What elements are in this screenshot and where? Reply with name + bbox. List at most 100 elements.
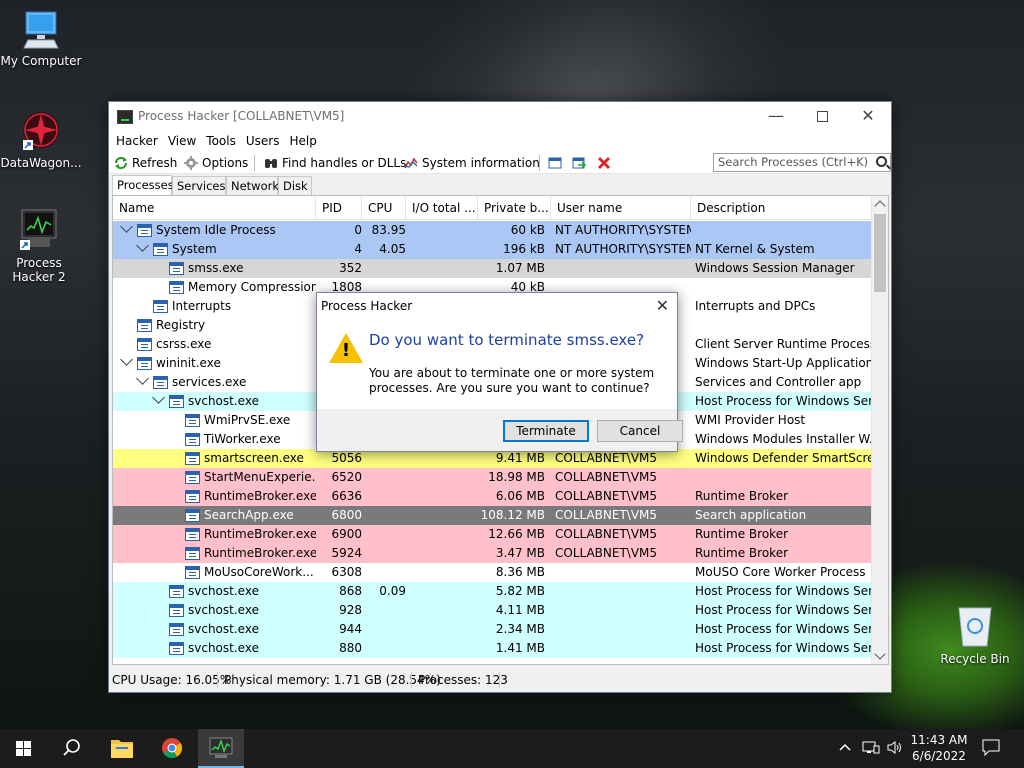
- desktop-icon-label: Recycle Bin: [940, 652, 1010, 666]
- cancel-button[interactable]: Cancel: [597, 420, 683, 442]
- process-private-bytes: 6.06 MB: [495, 489, 545, 503]
- column-private-bytes[interactable]: Private b...: [478, 196, 551, 220]
- process-user: COLLABNET\VM5: [555, 508, 658, 522]
- menu-tools[interactable]: Tools: [201, 132, 241, 150]
- column-description[interactable]: Description: [691, 196, 873, 220]
- window-icon-button[interactable]: [548, 154, 566, 172]
- search-taskbar-button[interactable]: [48, 729, 94, 768]
- process-hacker-taskbar-button[interactable]: [198, 729, 244, 768]
- start-button[interactable]: [0, 729, 46, 768]
- column-cpu[interactable]: CPU: [362, 196, 406, 220]
- column-io[interactable]: I/O total ...: [406, 196, 478, 220]
- process-name: StartMenuExperie...: [204, 470, 316, 484]
- refresh-label: Refresh: [132, 156, 178, 170]
- process-user: [555, 601, 691, 620]
- dialog-body: ! Do you want to terminate smss.exe? You…: [317, 321, 677, 409]
- dialog-content: You are about to terminate one or more s…: [369, 366, 655, 395]
- table-row[interactable]: StartMenuExperie... 6520 18.98 MB COLLABNET…: [113, 468, 873, 487]
- process-pid: 928: [339, 603, 362, 617]
- menu-view[interactable]: View: [163, 132, 201, 150]
- table-row[interactable]: System Idle Process 0 83.95 60 kB NT AUTHORI…: [113, 220, 873, 240]
- maximize-button[interactable]: [799, 102, 845, 132]
- window-arrow-button[interactable]: [572, 154, 590, 172]
- process-name: TiWorker.exe: [204, 432, 281, 446]
- menu-bar: Hacker View Tools Users Help: [109, 132, 891, 152]
- scroll-thumb[interactable]: [874, 214, 886, 292]
- table-row[interactable]: RuntimeBroker.exe 6900 12.66 MB COLLABNET\V…: [113, 525, 873, 544]
- table-row[interactable]: svchost.exe 944 2.34 MB Host Process for Wi…: [113, 620, 873, 639]
- process-description: Services and Controller app: [695, 375, 862, 389]
- process-io: [406, 506, 478, 525]
- process-user: [555, 639, 691, 658]
- table-row[interactable]: MoUsoCoreWork... 6308 8.36 MB MoUSO Core Wo…: [113, 563, 873, 582]
- table-row[interactable]: System 4 4.05 196 kB NT AUTHORITY\SYSTEM NT K…: [113, 239, 873, 259]
- show-hidden-icons-button[interactable]: [838, 741, 852, 756]
- menu-users[interactable]: Users: [241, 132, 285, 150]
- desktop-icon-recycle-bin[interactable]: Recycle Bin: [934, 604, 1016, 666]
- file-explorer-taskbar-button[interactable]: [99, 729, 145, 768]
- close-button[interactable]: ✕: [845, 102, 891, 132]
- find-handles-label: Find handles or DLLs: [282, 156, 407, 170]
- dialog-close-button[interactable]: ✕: [656, 296, 669, 315]
- process-io: [406, 639, 478, 658]
- scroll-down-icon[interactable]: [874, 648, 886, 660]
- process-private-bytes: 8.36 MB: [495, 565, 545, 579]
- network-tray-icon[interactable]: [862, 740, 880, 758]
- process-cpu: [362, 563, 406, 582]
- clock-date: 6/6/2022: [912, 749, 966, 763]
- process-user: COLLABNET\VM5: [555, 470, 658, 484]
- process-cpu: [362, 506, 406, 525]
- search-processes-input[interactable]: Search Processes (Ctrl+K): [713, 153, 891, 172]
- menu-help[interactable]: Help: [284, 132, 321, 150]
- desktop-icon-datawagon[interactable]: DataWagon...: [0, 108, 82, 170]
- table-row[interactable]: smss.exe 352 1.07 MB Windows Session Manage…: [113, 259, 873, 278]
- process-user: COLLABNET\VM5: [555, 527, 658, 541]
- menu-hacker[interactable]: Hacker: [111, 132, 163, 150]
- minimize-button[interactable]: —: [753, 102, 799, 132]
- dialog-titlebar[interactable]: Process Hacker ✕: [317, 293, 677, 321]
- table-row[interactable]: svchost.exe 868 0.09 5.82 MB Host Process fo…: [113, 582, 873, 601]
- table-row[interactable]: RuntimeBroker.exe 6636 6.06 MB COLLABNET\VM…: [113, 487, 873, 506]
- process-name: RuntimeBroker.exe: [204, 546, 316, 560]
- vertical-scrollbar[interactable]: [871, 196, 888, 664]
- status-cpu: CPU Usage: 16.05%: [112, 673, 232, 687]
- column-name[interactable]: Name: [113, 196, 316, 220]
- process-private-bytes: 196 kB: [503, 242, 545, 256]
- chrome-taskbar-button[interactable]: [149, 729, 195, 768]
- windows-logo-icon: [16, 741, 31, 756]
- find-handles-button[interactable]: Find handles or DLLs: [264, 154, 406, 172]
- process-user: NT AUTHORITY\SYSTEM: [555, 223, 691, 237]
- status-memory: Physical memory: 1.71 GB (28.54%): [224, 673, 441, 687]
- process-io: [406, 487, 478, 506]
- refresh-icon: [114, 156, 128, 170]
- desktop-icon-process-hacker[interactable]: Process Hacker 2: [0, 208, 78, 284]
- tab-processes[interactable]: Processes: [112, 175, 174, 195]
- clock[interactable]: 11:43 AM 6/6/2022: [908, 732, 970, 764]
- notification-center-button[interactable]: [982, 739, 1000, 759]
- process-name: WmiPrvSE.exe: [204, 413, 291, 427]
- table-row[interactable]: RuntimeBroker.exe 5924 3.47 MB COLLABNET\VM…: [113, 544, 873, 563]
- process-pid: 6800: [331, 508, 362, 522]
- volume-tray-icon[interactable]: [886, 740, 904, 758]
- scroll-up-icon[interactable]: [874, 200, 886, 212]
- options-button[interactable]: Options: [184, 154, 248, 172]
- column-user-name[interactable]: User name: [551, 196, 691, 220]
- terminate-button[interactable]: Terminate: [503, 420, 589, 442]
- process-cpu: 0.09: [379, 584, 406, 598]
- table-row[interactable]: SearchApp.exe 6800 108.12 MB COLLABNET\VM5 S…: [113, 506, 873, 525]
- process-hacker-icon: [209, 737, 233, 758]
- tab-services[interactable]: Services: [172, 176, 226, 195]
- window-titlebar[interactable]: Process Hacker [COLLABNET\VM5] — ✕: [109, 102, 891, 132]
- terminate-x-button[interactable]: [597, 154, 615, 172]
- system-information-button[interactable]: System information: [404, 154, 540, 172]
- tab-disk[interactable]: Disk: [278, 176, 312, 195]
- table-row[interactable]: svchost.exe 880 1.41 MB Host Process for Wi…: [113, 639, 873, 658]
- column-pid[interactable]: PID: [316, 196, 362, 220]
- desktop-icon-my-computer[interactable]: My Computer: [0, 10, 82, 68]
- process-io: [406, 544, 478, 563]
- process-cpu: [362, 601, 406, 620]
- refresh-button[interactable]: Refresh: [114, 154, 177, 172]
- table-row[interactable]: svchost.exe 928 4.11 MB Host Process for Wi…: [113, 601, 873, 620]
- process-description: Windows Defender SmartScre...: [695, 451, 871, 465]
- tab-network[interactable]: Network: [226, 176, 279, 195]
